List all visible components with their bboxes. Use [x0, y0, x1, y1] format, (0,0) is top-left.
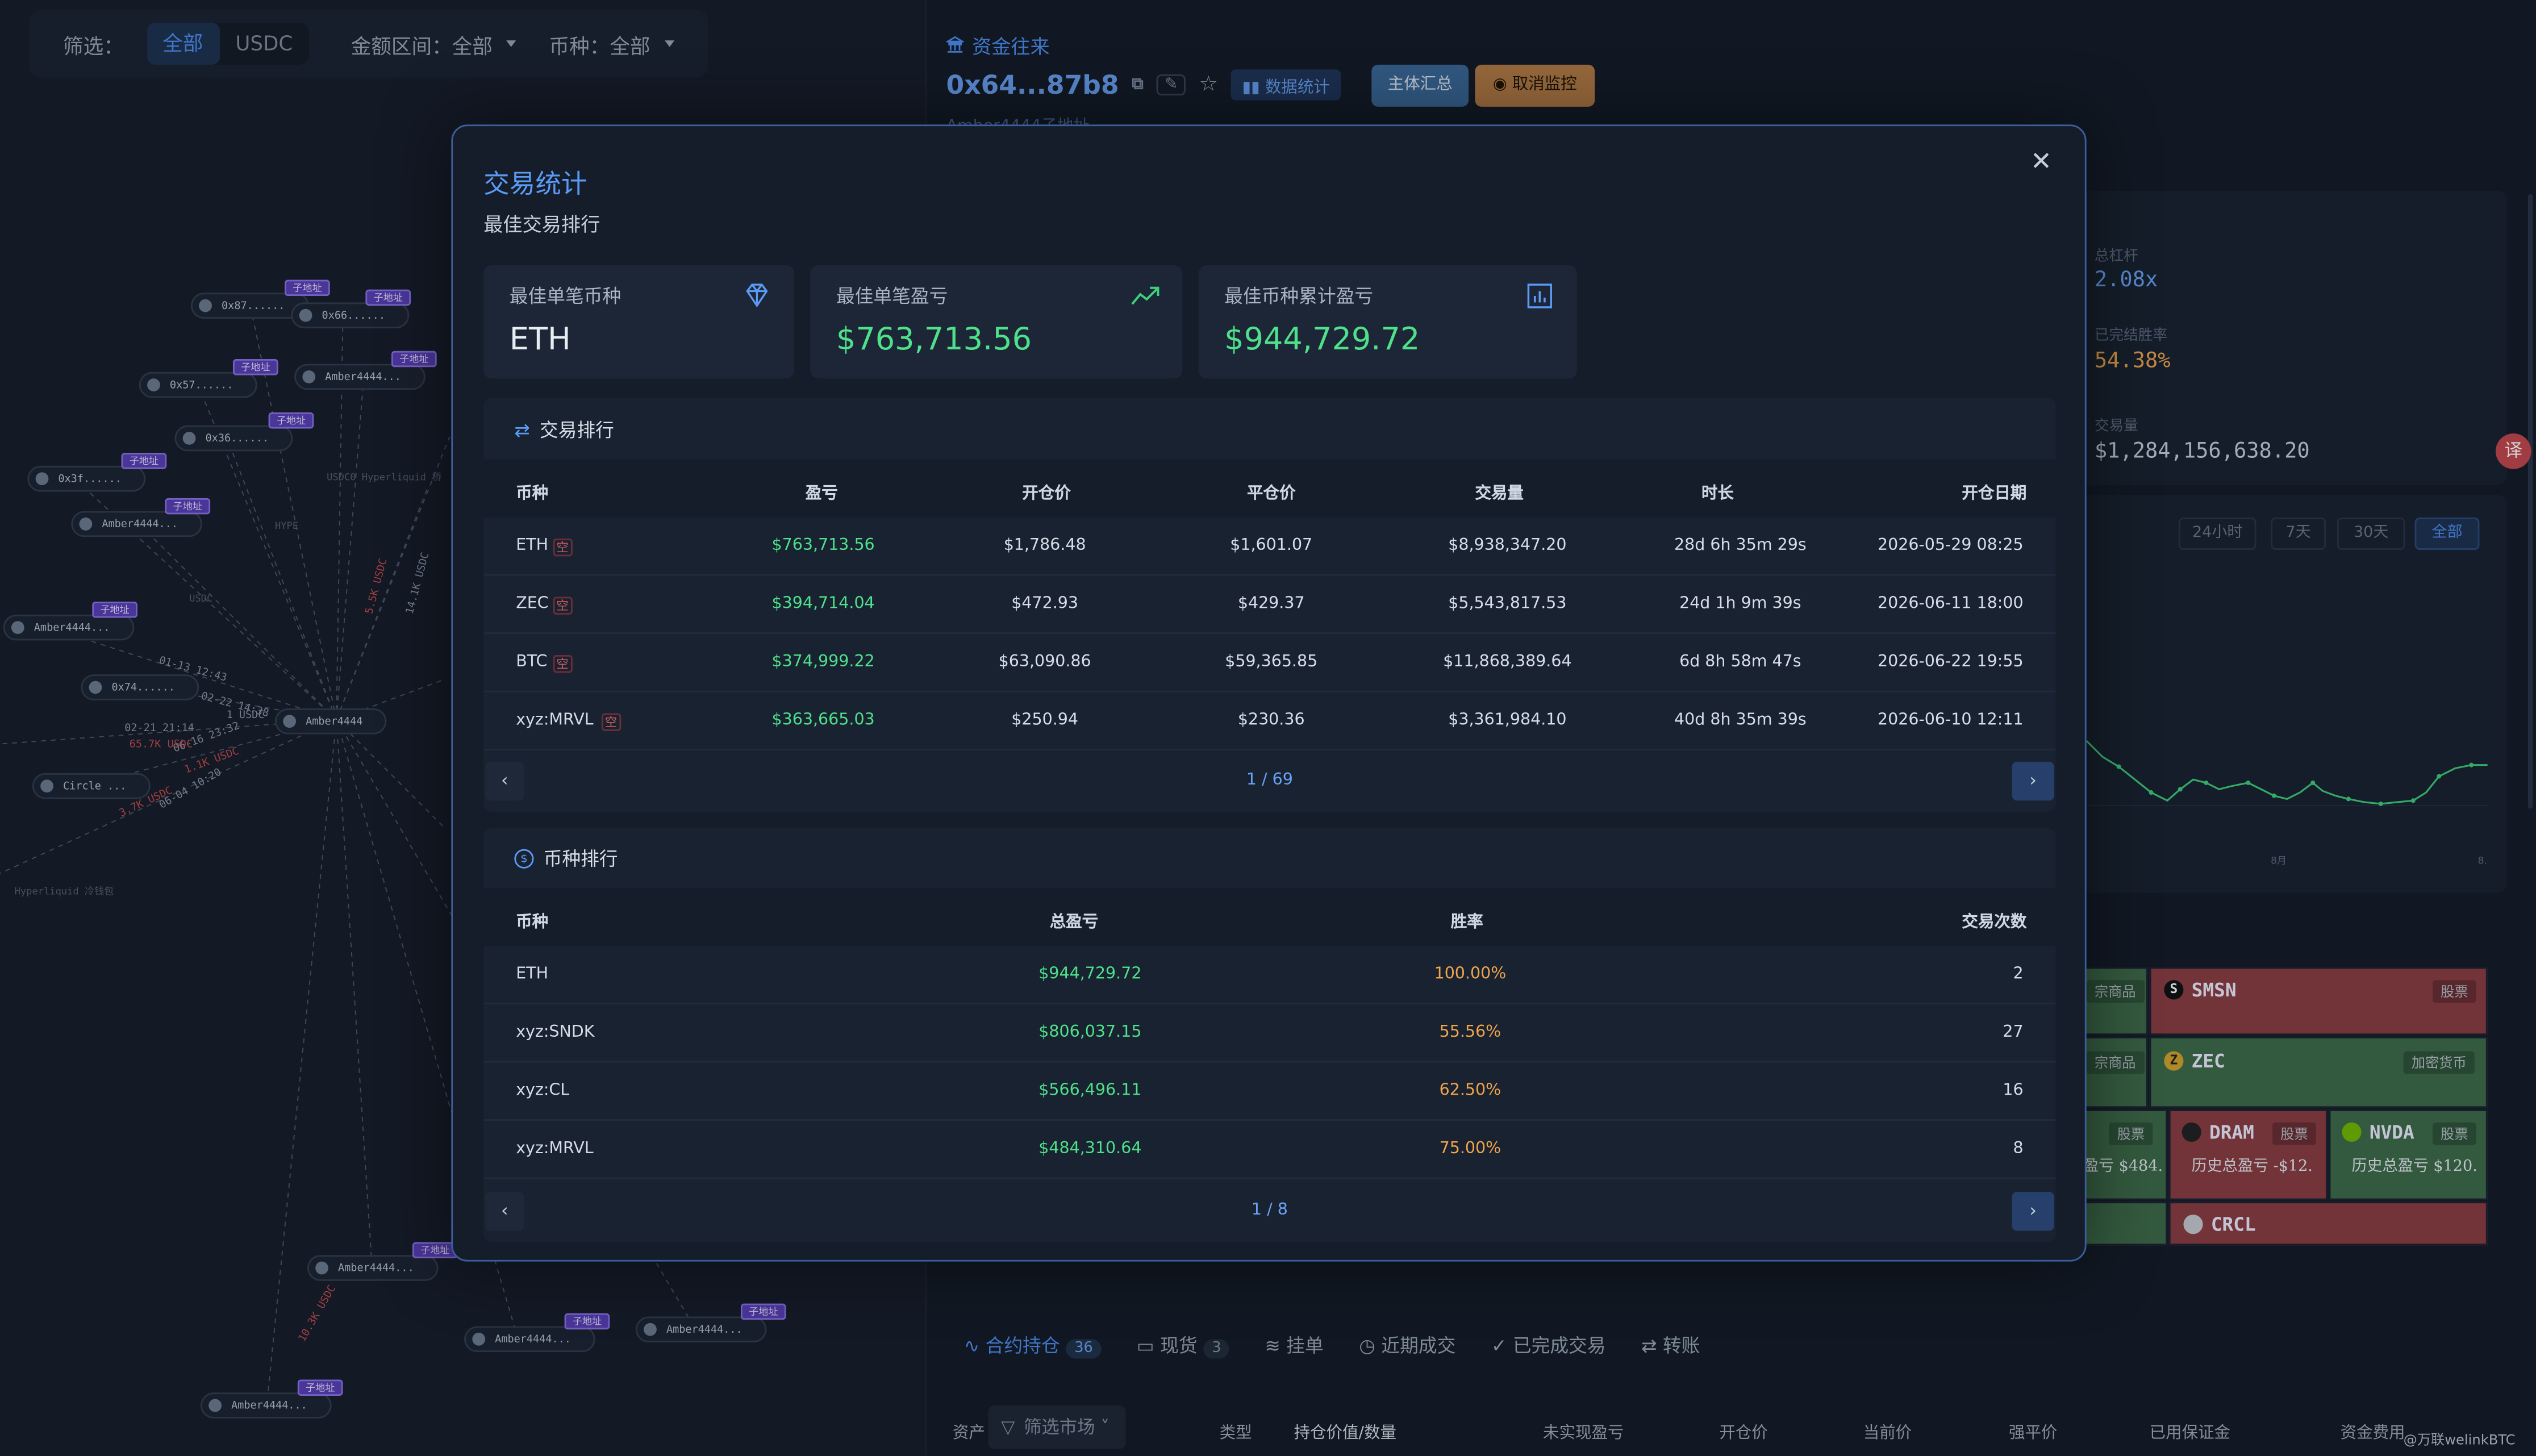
- trade-row[interactable]: ZEC 空 $394,714.04 $472.93 $429.37 $5,543,817.…: [483, 576, 2056, 635]
- next-page-button[interactable]: ›: [2012, 761, 2054, 801]
- table-cell: 2026-06-22 19:55: [1878, 653, 2024, 671]
- short-tag: 空: [553, 655, 572, 673]
- table-cell: $429.37: [1237, 595, 1305, 614]
- column-header: 总盈亏: [1049, 913, 1099, 932]
- table-cell: ETH: [516, 965, 548, 983]
- table-cell: 2026-06-11 18:00: [1878, 595, 2024, 614]
- column-header: 开仓价: [1022, 485, 1071, 503]
- coin-rank-header: $ 币种排行: [514, 846, 618, 872]
- table-cell: xyz:SNDK: [516, 1024, 595, 1042]
- table-cell: $806,037.15: [1038, 1024, 1142, 1042]
- table-cell: $230.36: [1237, 711, 1305, 729]
- diamond-icon: [746, 283, 768, 308]
- table-cell: 40d 8h 35m 39s: [1674, 711, 1807, 729]
- coin-row[interactable]: ETH $944,729.72 100.00% 2: [483, 946, 2056, 1004]
- best-coin-card: 最佳单笔币种 ETH: [483, 265, 794, 379]
- table-cell: 6d 8h 58m 47s: [1679, 653, 1801, 671]
- table-cell: $763,713.56: [771, 537, 875, 555]
- table-cell: $374,999.22: [771, 653, 875, 671]
- coin-row[interactable]: xyz:MRVL $484,310.64 75.00% 8: [483, 1121, 2056, 1179]
- swap-icon: ⇄: [514, 419, 530, 442]
- modal-subtitle: 最佳交易排行: [483, 213, 600, 236]
- table-cell: $472.93: [1011, 595, 1079, 614]
- card-label: 最佳单笔币种: [509, 285, 622, 307]
- table-cell: $363,665.03: [771, 711, 875, 729]
- table-cell: BTC: [516, 653, 548, 671]
- coin-rank-pager: ‹ 1 / 8 ›: [483, 1186, 2055, 1241]
- trade-rank-table-header: 币种 盈亏 开仓价 平仓价 交易量 时长 开仓日期: [483, 459, 2056, 518]
- section-title: 币种排行: [543, 847, 618, 870]
- modal-title: 交易统计: [483, 168, 587, 199]
- trade-row[interactable]: BTC 空 $374,999.22 $63,090.86 $59,365.85 $11,8…: [483, 634, 2056, 692]
- close-icon[interactable]: ✕: [2025, 145, 2057, 178]
- coin-rank-table-header: 币种 总盈亏 胜率 交易次数: [483, 888, 2056, 946]
- card-label: 最佳币种累计盈亏: [1224, 285, 1374, 307]
- coin-icon: $: [514, 849, 534, 869]
- table-cell: xyz:CL: [516, 1082, 570, 1100]
- trade-rank-header: ⇄ 交易排行: [514, 418, 614, 444]
- table-cell: 8: [2013, 1140, 2024, 1158]
- coin-row[interactable]: xyz:CL $566,496.11 62.50% 16: [483, 1062, 2056, 1121]
- short-tag: 空: [602, 713, 620, 731]
- short-tag: 空: [553, 539, 572, 557]
- trade-row[interactable]: xyz:MRVL 空 $363,665.03 $250.94 $230.36 $3,361…: [483, 692, 2056, 751]
- column-header: 币种: [516, 485, 549, 503]
- coin-row[interactable]: xyz:SNDK $806,037.15 55.56% 27: [483, 1004, 2056, 1063]
- column-header: 交易次数: [1962, 913, 2027, 932]
- table-cell: 2026-05-29 08:25: [1878, 537, 2024, 555]
- table-cell: $250.94: [1011, 711, 1079, 729]
- trend-up-icon: [1131, 286, 1159, 305]
- table-cell: 27: [2003, 1024, 2024, 1042]
- table-cell: $63,090.86: [998, 653, 1091, 671]
- column-header: 时长: [1701, 485, 1734, 503]
- card-value: ETH: [509, 322, 571, 358]
- table-cell: 75.00%: [1439, 1140, 1501, 1158]
- table-cell: 62.50%: [1439, 1082, 1501, 1100]
- table-cell: $484,310.64: [1038, 1140, 1142, 1158]
- table-cell: $944,729.72: [1038, 965, 1142, 983]
- trade-row[interactable]: ETH 空 $763,713.56 $1,786.48 $1,601.07 $8,938,…: [483, 518, 2056, 576]
- best-trade-pnl-card: 最佳单笔盈亏 $763,713.56: [810, 265, 1183, 379]
- column-header: 平仓价: [1247, 485, 1296, 503]
- table-cell: $3,361,984.10: [1448, 711, 1567, 729]
- table-cell: $59,365.85: [1225, 653, 1318, 671]
- card-value: $944,729.72: [1224, 322, 1420, 358]
- table-cell: 100.00%: [1434, 965, 1507, 983]
- table-cell: xyz:MRVL: [516, 711, 594, 729]
- table-cell: $11,868,389.64: [1443, 653, 1572, 671]
- table-cell: $1,786.48: [1003, 537, 1086, 555]
- table-cell: ZEC: [516, 595, 549, 614]
- section-title: 交易排行: [539, 419, 614, 442]
- table-cell: xyz:MRVL: [516, 1140, 594, 1158]
- column-header: 盈亏: [805, 485, 838, 503]
- column-header: 币种: [516, 913, 549, 932]
- page-indicator: 1 / 69: [1246, 771, 1293, 790]
- table-cell: 28d 6h 35m 29s: [1674, 537, 1807, 555]
- table-cell: $8,938,347.20: [1448, 537, 1567, 555]
- card-value: $763,713.56: [836, 322, 1032, 358]
- table-cell: 2: [2013, 965, 2024, 983]
- card-label: 最佳单笔盈亏: [836, 285, 948, 307]
- table-cell: $394,714.04: [771, 595, 875, 614]
- page-indicator: 1 / 8: [1251, 1201, 1288, 1220]
- table-cell: $566,496.11: [1038, 1082, 1142, 1100]
- table-cell: 55.56%: [1439, 1024, 1501, 1042]
- next-page-button[interactable]: ›: [2012, 1192, 2054, 1231]
- app-root: 01-13 12:43 02-22 14:38 02-21 21:14 06-1…: [0, 0, 2536, 1456]
- trade-rank-pager: ‹ 1 / 69 ›: [483, 756, 2055, 811]
- table-cell: $5,543,817.53: [1448, 595, 1567, 614]
- table-cell: 16: [2003, 1082, 2024, 1100]
- short-tag: 空: [553, 596, 572, 615]
- table-cell: 2026-06-10 12:11: [1878, 711, 2024, 729]
- table-cell: $1,601.07: [1230, 537, 1313, 555]
- column-header: 开仓日期: [1962, 485, 2027, 503]
- best-coin-cumulative-card: 最佳币种累计盈亏 $944,729.72: [1198, 265, 1577, 379]
- trade-stats-modal: 交易统计 ✕ 最佳交易排行 最佳单笔币种 ETH 最佳单笔盈亏 $763,713…: [451, 124, 2087, 1262]
- table-cell: 24d 1h 9m 39s: [1679, 595, 1801, 614]
- table-cell: ETH: [516, 537, 548, 555]
- column-header: 胜率: [1450, 913, 1483, 932]
- column-header: 交易量: [1475, 485, 1524, 503]
- bar-chart-icon: [1527, 283, 1552, 308]
